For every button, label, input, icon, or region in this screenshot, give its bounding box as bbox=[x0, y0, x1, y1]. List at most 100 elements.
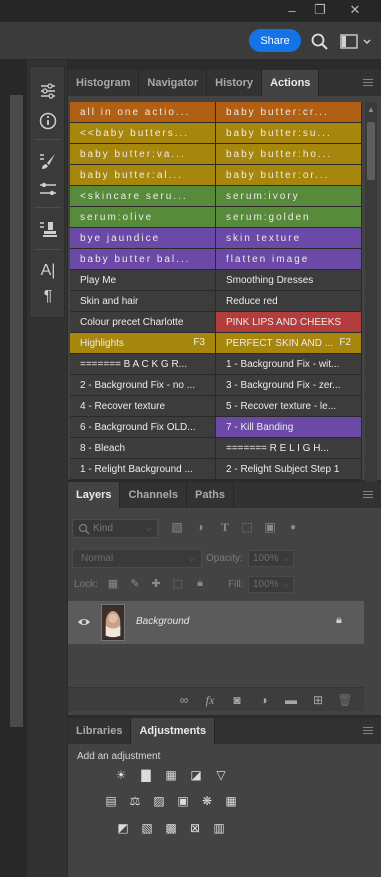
fill-field[interactable]: 100% ⌵ bbox=[248, 576, 294, 593]
action-item[interactable]: PINK LIPS AND CHEEKS bbox=[216, 312, 362, 333]
layers-menu-icon[interactable]: — — — bbox=[363, 487, 375, 503]
brushes-icon[interactable] bbox=[38, 179, 58, 199]
action-item[interactable]: Reduce red bbox=[216, 291, 362, 312]
selective-color-icon[interactable]: ⊠ bbox=[186, 820, 204, 836]
action-item[interactable]: <skincare seru... bbox=[70, 186, 216, 207]
gradient-map-icon[interactable]: ▥ bbox=[210, 820, 228, 836]
tab-channels[interactable]: Channels bbox=[120, 482, 187, 508]
new-adjustment-layer-icon[interactable]: ◑ bbox=[256, 692, 272, 708]
action-item[interactable]: 2 - Relight Subject Step 1 bbox=[216, 459, 362, 480]
tab-actions[interactable]: Actions bbox=[262, 70, 320, 96]
action-item[interactable]: 3 - Background Fix - zer... bbox=[216, 375, 362, 396]
brightness-contrast-icon[interactable]: ☀ bbox=[112, 767, 130, 783]
share-button[interactable]: Share bbox=[249, 29, 301, 52]
blend-mode-select[interactable]: Normal ⌵ bbox=[72, 549, 202, 568]
lock-transparent-icon[interactable]: ▦ bbox=[106, 576, 120, 590]
properties-icon[interactable] bbox=[38, 81, 58, 101]
photo-filter-icon[interactable]: ▣ bbox=[174, 793, 192, 809]
link-layers-icon[interactable]: ∞ bbox=[176, 692, 192, 708]
action-item[interactable]: 6 - Background Fix OLD... bbox=[70, 417, 216, 438]
shape-filter-icon[interactable]: ⬚ bbox=[240, 520, 254, 534]
opacity-field[interactable]: 100% ⌵ bbox=[248, 550, 294, 567]
info-icon[interactable] bbox=[38, 111, 58, 131]
action-item[interactable]: ======= B A C K G R... bbox=[70, 354, 216, 375]
actions-scrollbar[interactable]: ▲ ▼ bbox=[365, 102, 377, 501]
new-group-icon[interactable]: ▬ bbox=[283, 692, 299, 708]
search-icon[interactable] bbox=[310, 32, 330, 52]
channel-mixer-icon[interactable]: ❋ bbox=[198, 793, 216, 809]
action-item[interactable]: Smoothing Dresses bbox=[216, 270, 362, 291]
delete-layer-icon[interactable]: 🗑︎ bbox=[337, 692, 353, 708]
pixel-filter-icon[interactable]: ▧ bbox=[170, 520, 184, 534]
layer-row-background[interactable]: Background 🔒︎ bbox=[68, 601, 364, 644]
fx-icon[interactable]: fx bbox=[202, 692, 218, 708]
action-item[interactable]: Play Me bbox=[70, 270, 216, 291]
canvas-scrollbar[interactable] bbox=[10, 95, 23, 727]
action-item[interactable]: flatten image bbox=[216, 249, 362, 270]
tab-history[interactable]: History bbox=[207, 70, 263, 96]
action-item[interactable]: Skin and hair bbox=[70, 291, 216, 312]
layer-filter-kind[interactable]: Kind ⌵ bbox=[72, 519, 158, 538]
close-icon[interactable]: ✕ bbox=[340, 0, 370, 20]
action-item[interactable]: skin texture bbox=[216, 228, 362, 249]
layer-locked-icon[interactable]: 🔒︎ bbox=[336, 614, 350, 628]
action-item[interactable]: serum:olive bbox=[70, 207, 216, 228]
color-balance-icon[interactable]: ⚖ bbox=[126, 793, 144, 809]
scroll-up-icon[interactable]: ▲ bbox=[367, 106, 375, 114]
threshold-icon[interactable]: ▩ bbox=[162, 820, 180, 836]
action-item[interactable]: baby butter:al... bbox=[70, 165, 216, 186]
action-item[interactable]: Colour precet Charlotte bbox=[70, 312, 216, 333]
action-item[interactable]: ======= R E L I G H... bbox=[216, 438, 362, 459]
visibility-eye-icon[interactable] bbox=[77, 615, 91, 629]
tab-histogram[interactable]: Histogram bbox=[68, 70, 140, 96]
levels-icon[interactable]: ▇ bbox=[137, 767, 155, 783]
action-item[interactable]: baby butter:ho... bbox=[216, 144, 362, 165]
action-item[interactable]: PERFECT SKIN AND ... F2 bbox=[216, 333, 362, 354]
smart-object-filter-icon[interactable]: ▣ bbox=[263, 520, 277, 534]
tab-navigator[interactable]: Navigator bbox=[139, 70, 208, 96]
filter-toggle-icon[interactable]: ● bbox=[286, 520, 300, 534]
character-icon[interactable]: A| bbox=[38, 261, 58, 281]
action-item[interactable]: <<baby butters... bbox=[70, 123, 216, 144]
lock-artboard-icon[interactable]: ⬚ bbox=[171, 576, 185, 590]
color-lookup-icon[interactable]: ▦ bbox=[222, 793, 240, 809]
lock-all-icon[interactable]: 🔒︎ bbox=[193, 576, 207, 590]
adjustments-menu-icon[interactable]: — — — bbox=[363, 723, 375, 739]
brush-settings-icon[interactable] bbox=[38, 151, 58, 171]
panel-menu-icon[interactable]: — — — bbox=[363, 75, 375, 91]
tab-libraries[interactable]: Libraries bbox=[68, 718, 132, 744]
action-item[interactable]: baby butter:cr... bbox=[216, 102, 362, 123]
new-layer-icon[interactable]: ⊞ bbox=[310, 692, 326, 708]
workspace-icon[interactable] bbox=[340, 34, 374, 50]
action-item[interactable]: Highlights F3 bbox=[70, 333, 216, 354]
black-white-icon[interactable]: ▨ bbox=[150, 793, 168, 809]
invert-icon[interactable]: ◩ bbox=[114, 820, 132, 836]
action-item[interactable]: serum:ivory bbox=[216, 186, 362, 207]
clone-source-icon[interactable] bbox=[38, 219, 58, 239]
action-item[interactable]: baby butter:su... bbox=[216, 123, 362, 144]
tab-layers[interactable]: Layers bbox=[68, 482, 121, 508]
restore-icon[interactable]: ❐ bbox=[305, 0, 335, 20]
adjustment-filter-icon[interactable]: ◑ bbox=[193, 520, 207, 534]
action-item[interactable]: serum:golden bbox=[216, 207, 362, 228]
actions-scroll-thumb[interactable] bbox=[367, 122, 375, 180]
hue-saturation-icon[interactable]: ▤ bbox=[102, 793, 120, 809]
vibrance-icon[interactable]: ▽ bbox=[212, 767, 230, 783]
action-item[interactable]: 4 - Recover texture bbox=[70, 396, 216, 417]
action-item[interactable]: baby butter bal... bbox=[70, 249, 216, 270]
exposure-icon[interactable]: ◪ bbox=[187, 767, 205, 783]
action-item[interactable]: 7 - Kill Banding bbox=[216, 417, 362, 438]
minimize-icon[interactable]: – bbox=[277, 0, 307, 20]
action-item[interactable]: baby butter:va... bbox=[70, 144, 216, 165]
paragraph-icon[interactable]: ¶ bbox=[38, 287, 58, 307]
action-item[interactable]: all in one actio... bbox=[70, 102, 216, 123]
action-item[interactable]: 5 - Recover texture - le... bbox=[216, 396, 362, 417]
action-item[interactable]: 1 - Relight Background ... bbox=[70, 459, 216, 480]
posterize-icon[interactable]: ▧ bbox=[138, 820, 156, 836]
action-item[interactable]: bye jaundice bbox=[70, 228, 216, 249]
lock-position-icon[interactable]: ✚ bbox=[149, 576, 163, 590]
lock-paint-icon[interactable]: ✎ bbox=[128, 576, 142, 590]
tab-adjustments[interactable]: Adjustments bbox=[131, 718, 216, 744]
action-item[interactable]: 8 - Bleach bbox=[70, 438, 216, 459]
tab-paths[interactable]: Paths bbox=[187, 482, 234, 508]
